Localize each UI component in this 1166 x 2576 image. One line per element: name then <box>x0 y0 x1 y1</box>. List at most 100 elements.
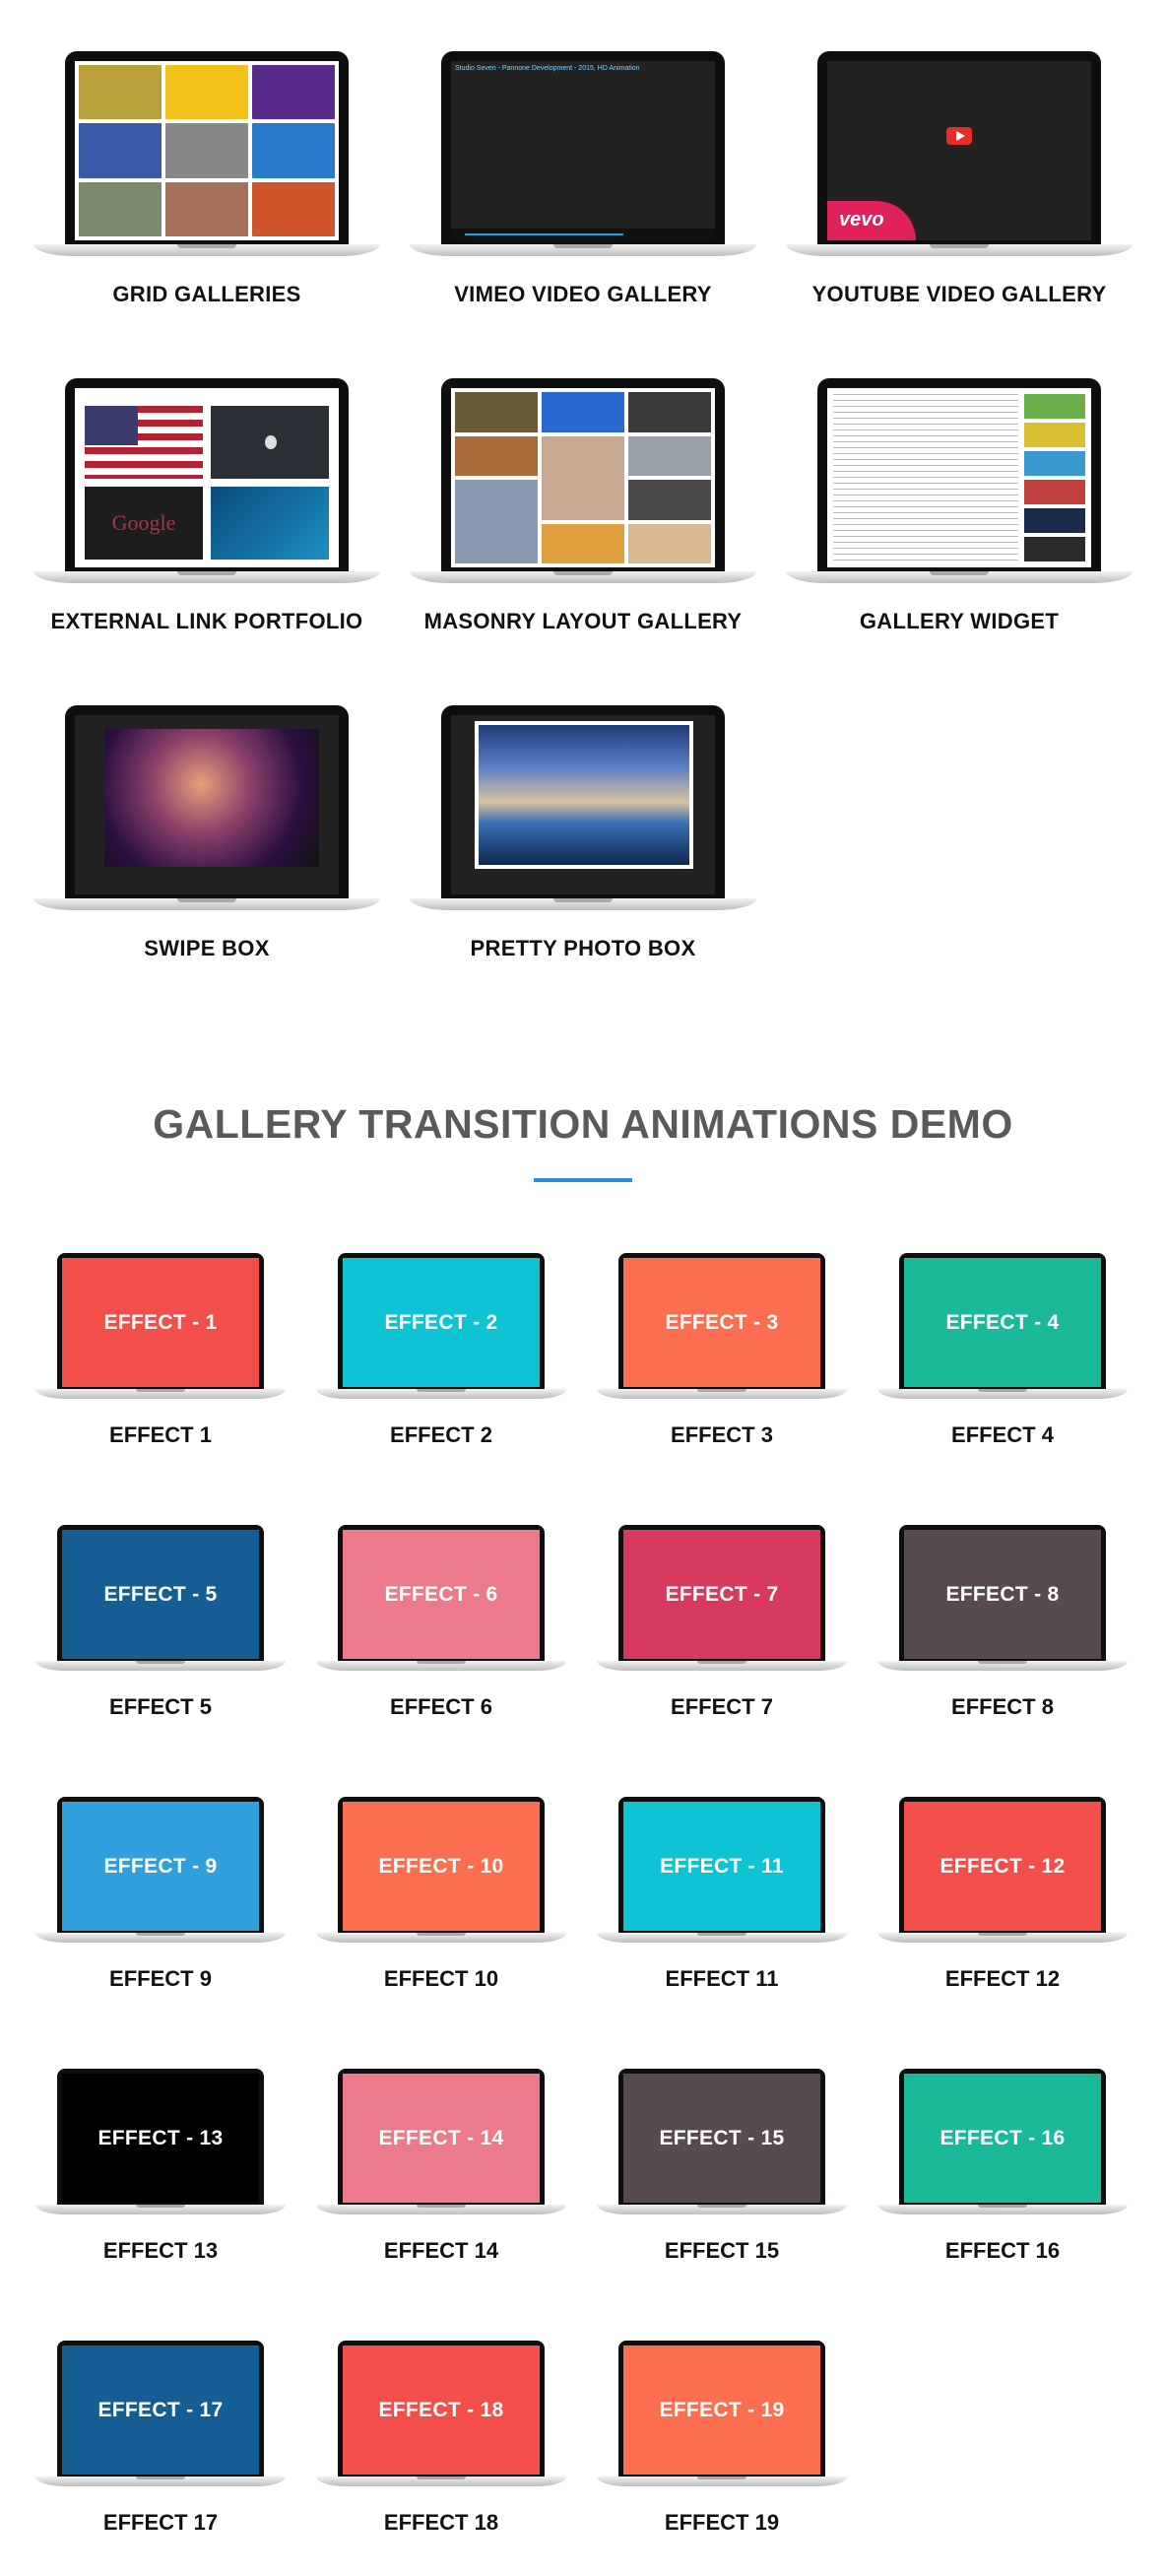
laptop-mockup: EFFECT - 10 <box>316 1797 566 1943</box>
effect-label[interactable]: EFFECT 15 <box>597 2238 847 2264</box>
laptop-mockup: EFFECT - 9 <box>35 1797 286 1943</box>
effect-label[interactable]: EFFECT 17 <box>35 2510 286 2536</box>
effect-label[interactable]: EFFECT 14 <box>316 2238 566 2264</box>
laptop-mockup: EFFECT - 4 <box>877 1253 1128 1399</box>
effect-label[interactable]: EFFECT 1 <box>35 1422 286 1448</box>
effect-label[interactable]: EFFECT 8 <box>877 1694 1128 1720</box>
effect-label[interactable]: EFFECT 5 <box>35 1694 286 1720</box>
effect-label[interactable]: EFFECT 3 <box>597 1422 847 1448</box>
laptop-mockup <box>786 378 1133 583</box>
laptop-mockup: EFFECT - 14 <box>316 2069 566 2214</box>
effect-screen: EFFECT - 5 <box>62 1530 259 1659</box>
effect-screen: EFFECT - 18 <box>343 2345 540 2475</box>
feature-card-grid-galleries[interactable]: GRID GALLERIES <box>33 51 380 307</box>
laptop-mockup: EFFECT - 11 <box>597 1797 847 1943</box>
effect-card-4[interactable]: EFFECT - 4 EFFECT 4 <box>877 1253 1128 1448</box>
youtube-play-icon <box>946 127 972 146</box>
portfolio-preview: Google <box>75 388 339 567</box>
effect-card-1[interactable]: EFFECT - 1 EFFECT 1 <box>35 1253 286 1448</box>
effect-label[interactable]: EFFECT 4 <box>877 1422 1128 1448</box>
effect-label[interactable]: EFFECT 7 <box>597 1694 847 1720</box>
effect-label[interactable]: EFFECT 18 <box>316 2510 566 2536</box>
feature-label[interactable]: GRID GALLERIES <box>33 282 380 307</box>
effect-label[interactable]: EFFECT 10 <box>316 1966 566 1992</box>
feature-label[interactable]: GALLERY WIDGET <box>786 609 1133 634</box>
feature-card-swipe-box[interactable]: SWIPE BOX <box>33 705 380 961</box>
effect-label[interactable]: EFFECT 2 <box>316 1422 566 1448</box>
effect-screen: EFFECT - 6 <box>343 1530 540 1659</box>
effect-card-10[interactable]: EFFECT - 10 EFFECT 10 <box>316 1797 566 1992</box>
feature-card-external-link-portfolio[interactable]: Google EXTERNAL LINK PORTFOLIO <box>33 378 380 634</box>
laptop-mockup <box>410 378 756 583</box>
effect-label[interactable]: EFFECT 9 <box>35 1966 286 1992</box>
feature-card-vimeo-video-gallery[interactable]: Studio Seven - Pannone Development - 201… <box>410 51 756 307</box>
grid-gallery-preview <box>75 61 339 240</box>
effect-card-11[interactable]: EFFECT - 11 EFFECT 11 <box>597 1797 847 1992</box>
effect-label[interactable]: EFFECT 19 <box>597 2510 847 2536</box>
effect-label[interactable]: EFFECT 16 <box>877 2238 1128 2264</box>
laptop-mockup: EFFECT - 1 <box>35 1253 286 1399</box>
feature-label[interactable]: YOUTUBE VIDEO GALLERY <box>786 282 1133 307</box>
effect-screen: EFFECT - 4 <box>904 1258 1101 1387</box>
effect-screen: EFFECT - 8 <box>904 1530 1101 1659</box>
effect-card-15[interactable]: EFFECT - 15 EFFECT 15 <box>597 2069 847 2264</box>
laptop-mockup: Studio Seven - Pannone Development - 201… <box>410 51 756 256</box>
effect-label[interactable]: EFFECT 6 <box>316 1694 566 1720</box>
effect-screen: EFFECT - 16 <box>904 2074 1101 2203</box>
youtube-preview: vevo <box>827 61 1091 240</box>
google-thumbnail: Google <box>85 487 203 560</box>
effect-card-12[interactable]: EFFECT - 12 EFFECT 12 <box>877 1797 1128 1992</box>
laptop-mockup: EFFECT - 18 <box>316 2341 566 2486</box>
swipe-box-preview <box>75 715 339 894</box>
effect-card-6[interactable]: EFFECT - 6 EFFECT 6 <box>316 1525 566 1720</box>
vimeo-caption: Studio Seven - Pannone Development - 201… <box>455 65 640 72</box>
effect-card-8[interactable]: EFFECT - 8 EFFECT 8 <box>877 1525 1128 1720</box>
effect-card-19[interactable]: EFFECT - 19 EFFECT 19 <box>597 2341 847 2536</box>
feature-label[interactable]: EXTERNAL LINK PORTFOLIO <box>33 609 380 634</box>
effect-screen: EFFECT - 7 <box>623 1530 820 1659</box>
effect-card-17[interactable]: EFFECT - 17 EFFECT 17 <box>35 2341 286 2536</box>
laptop-mockup: EFFECT - 16 <box>877 2069 1128 2214</box>
widget-preview <box>827 388 1091 567</box>
feature-label[interactable]: VIMEO VIDEO GALLERY <box>410 282 756 307</box>
feature-card-gallery-widget[interactable]: GALLERY WIDGET <box>786 378 1133 634</box>
section-title: GALLERY TRANSITION ANIMATIONS DEMO <box>153 1101 1013 1147</box>
effect-screen: EFFECT - 17 <box>62 2345 259 2475</box>
effect-card-5[interactable]: EFFECT - 5 EFFECT 5 <box>35 1525 286 1720</box>
effect-card-14[interactable]: EFFECT - 14 EFFECT 14 <box>316 2069 566 2264</box>
effect-label[interactable]: EFFECT 12 <box>877 1966 1128 1992</box>
effect-screen: EFFECT - 10 <box>343 1802 540 1931</box>
feature-label[interactable]: PRETTY PHOTO BOX <box>410 936 756 961</box>
effect-card-2[interactable]: EFFECT - 2 EFFECT 2 <box>316 1253 566 1448</box>
effect-screen: EFFECT - 11 <box>623 1802 820 1931</box>
pretty-photo-preview <box>451 715 715 894</box>
vevo-logo: vevo <box>827 201 916 240</box>
laptop-mockup: EFFECT - 5 <box>35 1525 286 1671</box>
laptop-mockup: EFFECT - 7 <box>597 1525 847 1671</box>
effect-label[interactable]: EFFECT 11 <box>597 1966 847 1992</box>
laptop-mockup: EFFECT - 3 <box>597 1253 847 1399</box>
laptop-mockup: EFFECT - 8 <box>877 1525 1128 1671</box>
feature-card-masonry-layout-gallery[interactable]: MASONRY LAYOUT GALLERY <box>410 378 756 634</box>
feature-label[interactable]: MASONRY LAYOUT GALLERY <box>410 609 756 634</box>
effect-screen: EFFECT - 12 <box>904 1802 1101 1931</box>
feature-card-pretty-photo-box[interactable]: PRETTY PHOTO BOX <box>410 705 756 961</box>
effect-card-3[interactable]: EFFECT - 3 EFFECT 3 <box>597 1253 847 1448</box>
laptop-mockup: EFFECT - 2 <box>316 1253 566 1399</box>
effect-card-18[interactable]: EFFECT - 18 EFFECT 18 <box>316 2341 566 2536</box>
effect-card-7[interactable]: EFFECT - 7 EFFECT 7 <box>597 1525 847 1720</box>
feature-card-youtube-video-gallery[interactable]: vevo YOUTUBE VIDEO GALLERY <box>786 51 1133 307</box>
effect-screen: EFFECT - 14 <box>343 2074 540 2203</box>
effect-card-13[interactable]: EFFECT - 13 EFFECT 13 <box>35 2069 286 2264</box>
laptop-mockup: EFFECT - 13 <box>35 2069 286 2214</box>
feature-label[interactable]: SWIPE BOX <box>33 936 380 961</box>
vimeo-preview: Studio Seven - Pannone Development - 201… <box>451 61 715 240</box>
laptop-mockup <box>33 51 380 256</box>
effect-screen: EFFECT - 1 <box>62 1258 259 1387</box>
laptop-mockup: vevo <box>786 51 1133 256</box>
effect-card-9[interactable]: EFFECT - 9 EFFECT 9 <box>35 1797 286 1992</box>
effect-card-16[interactable]: EFFECT - 16 EFFECT 16 <box>877 2069 1128 2264</box>
effect-label[interactable]: EFFECT 13 <box>35 2238 286 2264</box>
masonry-preview <box>451 388 715 567</box>
effect-screen: EFFECT - 15 <box>623 2074 820 2203</box>
